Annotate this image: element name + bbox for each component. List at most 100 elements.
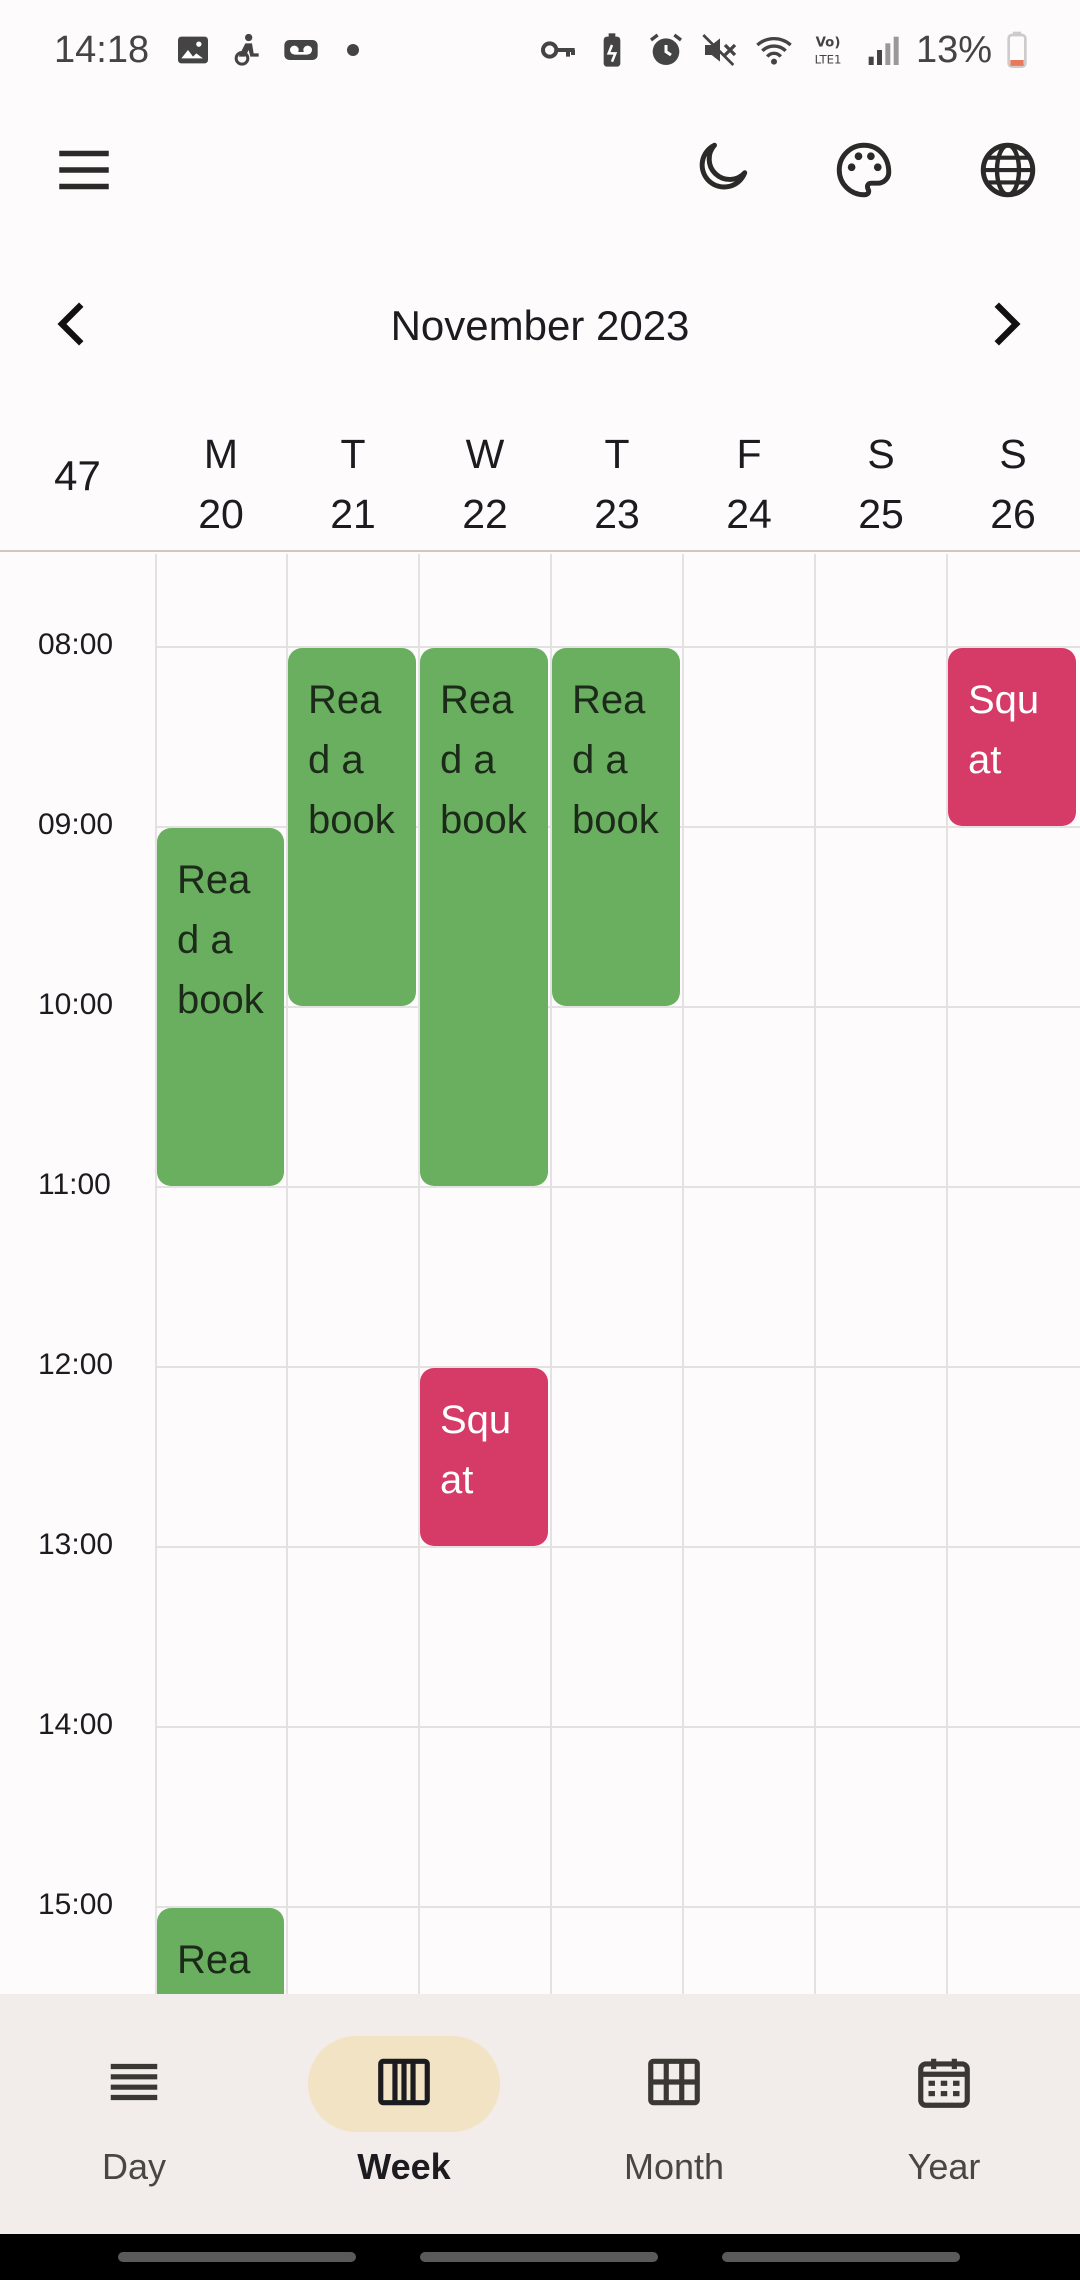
- time-label: 12:00: [38, 1348, 114, 1381]
- signal-icon: [862, 30, 902, 70]
- event-card[interactable]: Read a book: [420, 648, 548, 1186]
- week-number: 47: [54, 452, 101, 499]
- day-letter: S: [999, 431, 1027, 477]
- day-header-tue[interactable]: T 21: [287, 424, 419, 544]
- day-header-fri[interactable]: F 24: [683, 424, 815, 544]
- time-label: 14:00: [38, 1708, 114, 1741]
- volte-icon: Vo) LTE1: [808, 30, 848, 70]
- nav-month-label: Month: [623, 2146, 725, 2187]
- event-card[interactable]: Read a book: [157, 828, 284, 1186]
- status-bar-right: Vo) LTE1 13%: [538, 29, 1028, 72]
- event-card[interactable]: Squat: [948, 648, 1076, 826]
- nav-year[interactable]: Year: [844, 2036, 1044, 2216]
- grid-divider: [155, 554, 157, 1994]
- next-week-button[interactable]: [966, 288, 1042, 364]
- chevron-right-icon: [975, 295, 1033, 358]
- grid-divider: [682, 554, 684, 1994]
- grid-hour-line: [155, 1546, 1080, 1548]
- day-header-thu[interactable]: T 23: [551, 424, 683, 544]
- day-date: 23: [594, 491, 640, 537]
- battery-percent: 13%: [915, 28, 992, 71]
- grid-hour-line: [155, 1366, 1080, 1368]
- week-grid[interactable]: 08:00 09:00 10:00 11:00 12:00 13:00 14:0…: [0, 554, 1080, 1994]
- nav-day-indicator: [38, 2036, 230, 2132]
- day-date: 26: [990, 491, 1036, 537]
- event-card[interactable]: Read a book: [552, 648, 680, 1006]
- time-label: 08:00: [38, 628, 114, 661]
- event-card[interactable]: Read a book: [288, 648, 416, 1006]
- palette-icon: [831, 137, 897, 208]
- time-label: 11:00: [38, 1168, 111, 1201]
- day-header-sat[interactable]: S 25: [815, 424, 947, 544]
- theme-color-button[interactable]: [822, 130, 906, 214]
- grid-hour-line: [155, 1006, 1080, 1008]
- menu-button[interactable]: [42, 130, 126, 214]
- day-letter: M: [203, 431, 239, 477]
- home-handle[interactable]: [420, 2252, 658, 2262]
- day-date: 25: [858, 491, 904, 537]
- system-gesture-bar: [0, 2234, 1080, 2280]
- week-view-icon: [373, 2051, 435, 2118]
- back-handle[interactable]: [722, 2252, 960, 2262]
- day-header-wed[interactable]: W 22: [419, 424, 551, 544]
- nav-day[interactable]: Day: [34, 2036, 234, 2216]
- time-label: 15:00: [38, 1888, 114, 1921]
- dark-mode-button[interactable]: [678, 130, 762, 214]
- nav-day-label: Day: [101, 2146, 167, 2187]
- nav-month-indicator: [578, 2036, 770, 2132]
- grid-hour-line: [155, 1186, 1080, 1188]
- day-date: 21: [330, 491, 376, 537]
- app-bar: [0, 110, 1080, 230]
- bottom-navigation: Day Week Month Year: [0, 1994, 1080, 2234]
- day-letter: T: [604, 431, 630, 477]
- accessibility-icon: [227, 30, 267, 70]
- month-title[interactable]: November 2023: [0, 302, 1080, 350]
- vpn-key-icon: [538, 30, 578, 70]
- nav-week-label: Week: [357, 2146, 451, 2187]
- month-navigation: November 2023: [0, 280, 1080, 370]
- alarm-icon: [646, 30, 686, 70]
- day-letter: S: [867, 431, 895, 477]
- wifi-icon: [754, 30, 794, 70]
- svg-text:LTE1: LTE1: [815, 52, 842, 66]
- menu-icon: [51, 137, 117, 208]
- language-button[interactable]: [966, 130, 1050, 214]
- globe-icon: [975, 137, 1041, 208]
- event-card[interactable]: Squat: [420, 1368, 548, 1546]
- voicemail-icon: [281, 30, 321, 70]
- status-bar-left: 14:18: [54, 28, 360, 72]
- time-label: 09:00: [38, 808, 114, 841]
- day-date: 22: [462, 491, 508, 537]
- clock: 14:18: [54, 28, 150, 71]
- day-header-mon[interactable]: M 20: [155, 424, 287, 544]
- event-card[interactable]: Rea: [157, 1908, 284, 1994]
- recent-apps-handle[interactable]: [118, 2252, 356, 2262]
- nav-year-indicator: [848, 2036, 1040, 2132]
- month-view-icon: [643, 2051, 705, 2118]
- day-letter: F: [736, 431, 762, 477]
- week-header: 47 M 20 T 21 W 22 T 23 F 24 S 25 S 26: [0, 410, 1080, 552]
- time-label: 10:00: [38, 988, 114, 1021]
- notification-dot: [347, 44, 360, 56]
- day-date: 24: [726, 491, 772, 537]
- time-label: 13:00: [38, 1528, 114, 1561]
- moon-icon: [687, 137, 753, 208]
- year-view-icon: [913, 2051, 975, 2118]
- mute-icon: [700, 30, 740, 70]
- image-icon: [173, 30, 213, 70]
- day-letter: W: [465, 431, 505, 477]
- nav-week-indicator: [308, 2036, 500, 2132]
- day-header-sun[interactable]: S 26: [947, 424, 1079, 544]
- battery-saver-icon: [592, 30, 632, 70]
- nav-week[interactable]: Week: [304, 2036, 504, 2216]
- nav-month[interactable]: Month: [574, 2036, 774, 2216]
- status-bar: 14:18 Vo) LTE1 13%: [0, 0, 1080, 100]
- battery-icon: [1006, 30, 1028, 70]
- grid-divider: [814, 554, 816, 1994]
- grid-hour-line: [155, 1906, 1080, 1908]
- day-date: 20: [198, 491, 244, 537]
- nav-year-label: Year: [907, 2146, 981, 2187]
- day-view-icon: [103, 2051, 165, 2118]
- grid-hour-line: [155, 1726, 1080, 1728]
- svg-text:Vo): Vo): [816, 36, 841, 51]
